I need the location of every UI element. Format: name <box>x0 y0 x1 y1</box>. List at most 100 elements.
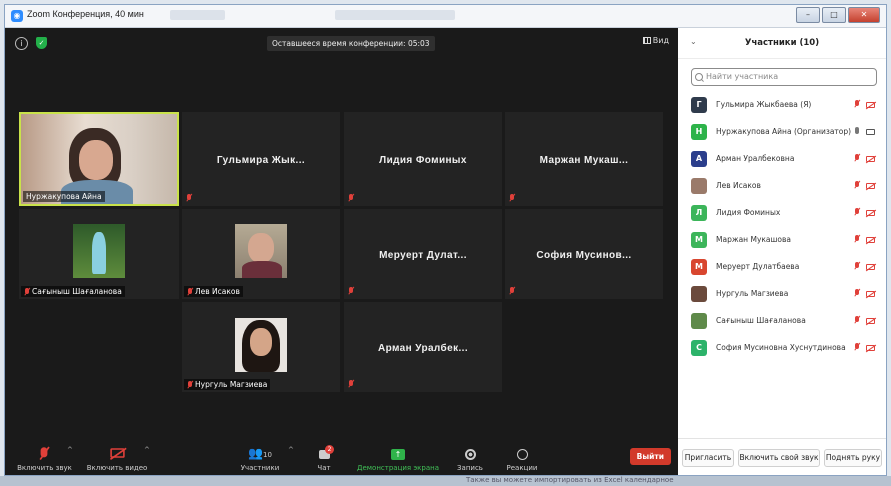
video-off-icon <box>866 102 875 108</box>
participants-button[interactable]: 👥10 Участники <box>235 446 285 472</box>
panel-header: ⌄ Участники (10) <box>678 28 886 59</box>
title-bar: ◉ Zoom Конференция, 40 мин – □ ✕ <box>5 5 886 28</box>
participant-name: Сағыныш Шағаланова <box>716 316 806 325</box>
tile-name-label: Лев Исаков <box>184 286 243 297</box>
tile-name: Гульмира Жык... <box>216 155 306 167</box>
participant-status-icons <box>854 127 878 137</box>
video-tile[interactable]: Сағыныш Шағаланова <box>19 209 179 299</box>
video-tile[interactable]: Меруерт Дулат... <box>344 209 502 299</box>
muted-mic-icon <box>24 288 30 296</box>
avatar: С <box>691 340 707 356</box>
video-options-caret[interactable]: ^ <box>144 446 150 454</box>
participant-status-icons <box>854 154 878 164</box>
video-tile-active-speaker[interactable]: Нуржакупова Айна <box>19 112 179 206</box>
view-button[interactable]: Вид <box>642 36 669 45</box>
avatar <box>691 286 707 302</box>
video-tile[interactable]: Нургуль Магзиева <box>182 302 340 392</box>
tile-name-label: Нуржакупова Айна <box>23 191 105 202</box>
participant-status-icons <box>854 316 878 326</box>
reactions-button[interactable]: Реакции <box>505 446 539 472</box>
muted-mic-icon <box>854 235 860 243</box>
search-icon <box>695 73 703 81</box>
participant-name: Нуржакупова Айна (Организатор) <box>716 127 852 136</box>
panel-title: Участники (10) <box>744 38 820 48</box>
leave-button[interactable]: Выйти <box>629 448 671 465</box>
participant-row[interactable]: Н Нуржакупова Айна (Организатор) <box>678 119 886 146</box>
participant-status-icons <box>854 100 878 110</box>
window-title: Zoom Конференция, 40 мин <box>27 9 144 19</box>
close-button[interactable]: ✕ <box>848 7 880 23</box>
participant-row[interactable]: Л Лидия Фоминых <box>678 200 886 227</box>
participant-row[interactable]: Сағыныш Шағаланова <box>678 308 886 335</box>
video-off-icon <box>866 183 875 189</box>
video-tile[interactable]: Лев Исаков <box>182 209 340 299</box>
participant-row[interactable]: Нургуль Магзиева <box>678 281 886 308</box>
record-button[interactable]: Запись <box>455 446 485 472</box>
reactions-label: Реакции <box>506 464 538 472</box>
muted-mic-icon <box>854 316 860 324</box>
taskbar-text: Также вы можете импортировать из Excel к… <box>466 476 674 484</box>
participant-status-icons <box>854 181 878 191</box>
window-controls: – □ ✕ <box>796 7 880 23</box>
share-arrow: ↑ <box>391 449 405 460</box>
share-screen-label: Демонстрация экрана <box>357 464 439 472</box>
tile-name: Арман Уралбек... <box>377 343 469 355</box>
meeting-timer: Оставшееся время конференции: 05:03 <box>267 36 435 51</box>
tile-name-text: Сағыныш Шағаланова <box>32 287 122 296</box>
tile-name: Лидия Фоминых <box>379 155 467 167</box>
participant-name: Лев Исаков <box>716 181 761 190</box>
avatar: Л <box>691 205 707 221</box>
participant-search-input[interactable]: Найти участника <box>691 68 877 86</box>
video-tile[interactable]: София Мусинов... <box>505 209 663 299</box>
security-shield-icon[interactable]: ✓ <box>36 37 47 49</box>
maximize-button[interactable]: □ <box>822 7 846 23</box>
chat-badge: 2 <box>325 445 334 454</box>
participant-name: Лидия Фоминых <box>716 208 781 217</box>
participant-row[interactable]: С София Мусиновна Хуснутдинова <box>678 335 886 362</box>
grid-icon <box>642 37 651 44</box>
smiley-glyph <box>516 449 528 460</box>
chat-label: Чат <box>317 464 331 472</box>
muted-mic-icon <box>186 194 192 202</box>
share-screen-button[interactable]: ↑ Демонстрация экрана <box>355 446 441 472</box>
mic-on-icon <box>855 127 859 134</box>
video-tile[interactable]: Арман Уралбек... <box>344 302 502 392</box>
share-screen-icon: ↑ <box>355 446 441 462</box>
participant-row[interactable]: Лев Исаков <box>678 173 886 200</box>
tile-name: Меруерт Дулат... <box>379 250 467 262</box>
unmute-me-button[interactable]: Включить свой звук <box>738 449 820 467</box>
video-tile[interactable]: Лидия Фоминых <box>344 112 502 206</box>
start-video-button[interactable]: Включить видео <box>85 446 149 472</box>
raise-hand-button[interactable]: Поднять руку <box>824 449 882 467</box>
video-tile[interactable]: Гульмира Жык... <box>182 112 340 206</box>
audio-options-caret[interactable]: ^ <box>67 446 73 454</box>
unmute-button[interactable]: Включить звук <box>17 446 72 472</box>
muted-mic-icon <box>854 208 860 216</box>
muted-mic-icon <box>854 289 860 297</box>
record-icon <box>455 446 485 462</box>
participants-label: Участники <box>240 464 280 472</box>
participants-options-caret[interactable]: ^ <box>288 446 294 454</box>
participants-panel: ⌄ Участники (10) Найти участника Г Гульми… <box>678 28 886 475</box>
participant-face <box>248 233 274 263</box>
mic-glyph <box>38 447 48 461</box>
participant-name: Маржан Мукашова <box>716 235 791 244</box>
participant-row[interactable]: А Арман Уралбековна <box>678 146 886 173</box>
avatar <box>691 313 707 329</box>
participant-status-icons <box>854 343 878 353</box>
video-tile[interactable]: Маржан Мукаш... <box>505 112 663 206</box>
chat-button[interactable]: 2 Чат <box>311 445 337 472</box>
search-placeholder: Найти участника <box>706 72 779 81</box>
participant-row[interactable]: Г Гульмира Жыкбаева (Я) <box>678 92 886 119</box>
video-off-icon <box>866 237 875 243</box>
invite-button[interactable]: Пригласить <box>682 449 734 467</box>
reactions-icon <box>505 446 539 462</box>
tile-name-text: Нургуль Магзиева <box>195 380 268 389</box>
people-glyph: 👥 <box>248 446 264 460</box>
minimize-button[interactable]: – <box>796 7 820 23</box>
meeting-toolbar: Включить звук ^ Включить видео ^ 👥10 Уча… <box>5 437 677 475</box>
participant-status-icons <box>854 235 878 245</box>
participant-row[interactable]: М Маржан Мукашова <box>678 227 886 254</box>
participant-row[interactable]: М Меруерт Дулатбаева <box>678 254 886 281</box>
info-icon[interactable]: i <box>15 37 28 50</box>
